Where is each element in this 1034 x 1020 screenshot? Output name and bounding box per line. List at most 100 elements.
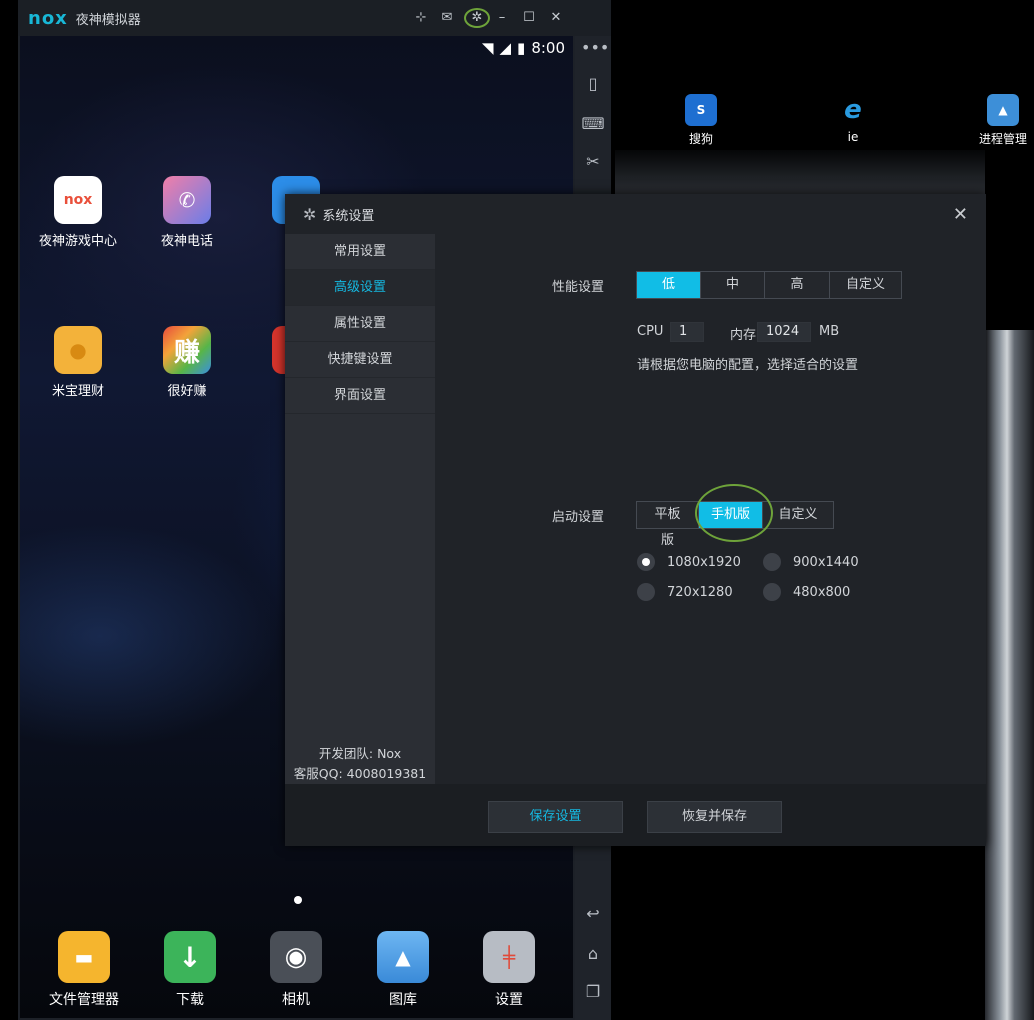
recent-apps-icon[interactable]: ❐ xyxy=(581,980,605,1004)
dialog-footer: 保存设置 恢复并保存 xyxy=(285,784,986,846)
perf-option-medium[interactable]: 中 xyxy=(701,272,765,298)
resolution-radio-900x1440[interactable]: 900x1440 xyxy=(763,553,859,571)
dialog-close-icon[interactable]: ✕ xyxy=(953,204,968,225)
close-icon[interactable]: ✕ xyxy=(546,8,566,28)
process-manager-icon: ▲ xyxy=(987,94,1019,126)
desktop-icon-ie[interactable]: e ie xyxy=(818,94,888,144)
back-icon[interactable]: ↩ xyxy=(581,902,605,926)
desktop-icon-process-manager[interactable]: ▲ 进程管理 xyxy=(968,94,1034,147)
keyboard-icon[interactable]: ⌨ xyxy=(581,112,605,136)
perf-option-high[interactable]: 高 xyxy=(765,272,830,298)
radio-label: 720x1280 xyxy=(667,584,733,600)
page-indicator xyxy=(294,896,302,904)
app-label: 夜神游戏中心 xyxy=(38,234,117,249)
memory-label: 内存 xyxy=(730,328,757,343)
nav-interface[interactable]: 界面设置 xyxy=(285,378,435,414)
radio-dot xyxy=(637,583,655,601)
resolution-radio-480x800[interactable]: 480x800 xyxy=(763,583,850,601)
save-settings-button[interactable]: 保存设置 xyxy=(488,801,623,833)
mibao-icon: ● xyxy=(54,326,102,374)
memory-unit: MB xyxy=(819,324,840,339)
app-label: 很好赚 xyxy=(167,384,207,399)
highlight-circle xyxy=(695,484,773,542)
app-label: 图库 xyxy=(389,992,417,1008)
maximize-icon[interactable]: ☐ xyxy=(519,8,539,28)
desktop-icon-sogou[interactable]: S 搜狗 xyxy=(666,94,736,147)
radio-dot xyxy=(637,553,655,571)
startup-option-tablet[interactable]: 平板版 xyxy=(637,502,699,548)
wifi-icon: ◥ xyxy=(481,39,494,57)
pin-icon[interactable]: ⊹ xyxy=(411,8,431,28)
camera-icon: ◉ xyxy=(270,931,322,983)
mail-icon[interactable]: ✉ xyxy=(437,8,457,28)
app-label: 文件管理器 xyxy=(49,992,119,1008)
app-label: 设置 xyxy=(495,992,523,1008)
wallpaper-band xyxy=(615,150,985,195)
window-title: 夜神模拟器 xyxy=(75,12,141,28)
restore-and-save-button[interactable]: 恢复并保存 xyxy=(647,801,782,833)
startup-option-custom[interactable]: 自定义 xyxy=(763,502,833,528)
ie-icon: e xyxy=(844,95,862,125)
nox-logo: nox xyxy=(28,7,68,29)
minimize-icon[interactable]: – xyxy=(492,8,512,28)
settings-gear-icon[interactable]: ✲ xyxy=(464,8,490,28)
dialog-title: 系统设置 xyxy=(322,208,375,224)
desktop-icon-label: ie xyxy=(847,130,859,144)
app-mibao-finance[interactable]: ● 米宝理财 xyxy=(28,326,128,399)
nav-advanced[interactable]: 高级设置 xyxy=(285,270,435,306)
memory-input[interactable]: 1024 xyxy=(757,322,811,342)
nox-game-center-icon: nox xyxy=(54,176,102,224)
desktop-icon-label: 搜狗 xyxy=(688,132,713,146)
system-settings-dialog: ✲ 系统设置 ✕ 常用设置 高级设置 属性设置 快捷键设置 界面设置 开发团队:… xyxy=(285,194,986,846)
android-status-bar: ◥ ◢ ▮ 8:00 xyxy=(433,36,573,60)
battery-icon: ▮ xyxy=(517,39,526,57)
screenshot-scissors-icon[interactable]: ✂ xyxy=(581,150,605,174)
folder-icon: ▬ xyxy=(58,931,110,983)
radio-dot xyxy=(763,553,781,571)
sogou-icon: S xyxy=(685,94,717,126)
performance-segmented: 低 中 高 自定义 xyxy=(636,271,902,299)
dock-file-manager[interactable]: ▬ 文件管理器 xyxy=(34,931,134,1009)
app-label: 夜神电话 xyxy=(160,234,213,249)
cpu-input[interactable]: 1 xyxy=(670,322,704,342)
settings-nav: 常用设置 高级设置 属性设置 快捷键设置 界面设置 开发团队: Nox 客服QQ… xyxy=(285,234,435,784)
settings-sliders-icon: ╪ xyxy=(483,931,535,983)
perf-option-low[interactable]: 低 xyxy=(637,272,701,298)
signal-icon: ◢ xyxy=(499,39,512,57)
resolution-radio-720x1280[interactable]: 720x1280 xyxy=(637,583,733,601)
gallery-icon: ▲ xyxy=(377,931,429,983)
clock: 8:00 xyxy=(531,39,565,57)
nox-titlebar[interactable]: nox 夜神模拟器 ⊹ ✉ ✲ – ☐ ✕ xyxy=(18,0,611,36)
perf-option-custom[interactable]: 自定义 xyxy=(830,272,901,298)
wallpaper-streak xyxy=(985,330,1034,1020)
henhaozhuan-icon: 赚 xyxy=(163,326,211,374)
phone-icon: ✆ xyxy=(163,176,211,224)
shake-icon[interactable]: ▯ xyxy=(581,72,605,96)
app-henhaozhuan[interactable]: 赚 很好赚 xyxy=(137,326,237,399)
radio-label: 480x800 xyxy=(793,584,851,600)
more-icon[interactable]: ••• xyxy=(581,36,609,60)
download-icon: ↓ xyxy=(164,931,216,983)
cpu-label: CPU xyxy=(637,324,664,339)
dialog-titlebar[interactable]: ✲ 系统设置 xyxy=(285,194,986,234)
nav-properties[interactable]: 属性设置 xyxy=(285,306,435,342)
radio-label: 900x1440 xyxy=(793,554,859,570)
radio-dot xyxy=(763,583,781,601)
support-qq: 客服QQ: 4008019381 xyxy=(293,766,427,781)
desktop-icon-label: 进程管理 xyxy=(978,132,1027,146)
app-nox-game-center[interactable]: nox 夜神游戏中心 xyxy=(28,176,128,249)
dev-team: 开发团队: Nox xyxy=(318,746,402,761)
dock-settings[interactable]: ╪ 设置 xyxy=(459,931,559,1009)
dock-camera[interactable]: ◉ 相机 xyxy=(246,931,346,1009)
nav-shortcuts[interactable]: 快捷键设置 xyxy=(285,342,435,378)
home-icon[interactable]: ⌂ xyxy=(581,942,605,966)
resolution-radio-1080x1920[interactable]: 1080x1920 xyxy=(637,553,741,571)
developer-info: 开发团队: Nox 客服QQ: 4008019381 xyxy=(285,744,435,784)
dock-download[interactable]: ↓ 下载 xyxy=(140,931,240,1009)
app-nox-phone[interactable]: ✆ 夜神电话 xyxy=(137,176,237,249)
performance-hint: 请根据您电脑的配置，选择适合的设置 xyxy=(637,358,859,373)
nav-general[interactable]: 常用设置 xyxy=(285,234,435,270)
dock-gallery[interactable]: ▲ 图库 xyxy=(353,931,453,1009)
app-label: 相机 xyxy=(282,992,310,1008)
app-label: 下载 xyxy=(176,992,204,1008)
